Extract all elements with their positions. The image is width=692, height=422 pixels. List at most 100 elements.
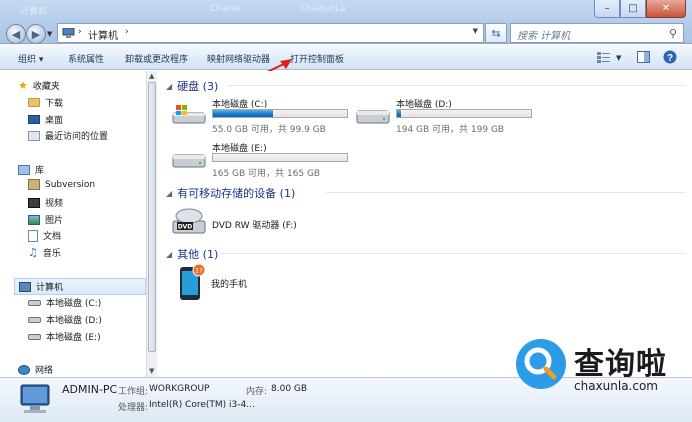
my-phone[interactable]: 17 我的手机 [178,263,328,303]
view-options-icon[interactable] [597,52,611,63]
nav-item-documents[interactable]: 文档 [28,229,61,242]
nav-label: 下载 [45,99,64,109]
organize-button[interactable]: 组织 ▾ [18,52,43,65]
nav-item-videos[interactable]: 视频 [28,196,63,209]
video-icon [28,197,40,208]
breadcrumb-chevron-icon[interactable]: › [78,27,82,37]
group-title: 其他 (1) [177,248,219,261]
maximize-button[interactable]: □ [620,0,646,18]
minimize-button[interactable]: – [594,0,620,18]
drive-c[interactable]: 本地磁盘 (C:) 55.0 GB 可用，共 99.9 GB [172,97,362,135]
group-other[interactable]: ◢ 其他 (1) [166,246,218,262]
drive-usage-bar [212,153,348,162]
nav-item-pictures[interactable]: 图片 [28,213,63,226]
star-icon: ★ [18,78,28,92]
device-name: 我的手机 [211,280,248,290]
network-icon [18,364,30,375]
nav-item-desktop[interactable]: 桌面 [28,113,63,126]
drive-size-text: 194 GB 可用，共 199 GB [396,125,505,135]
hard-drive-icon [356,110,390,124]
collapse-chevron-icon: ◢ [166,249,173,259]
nav-computer[interactable]: 计算机 [14,278,146,295]
collapse-chevron-icon: ◢ [166,81,173,91]
group-divider [228,85,686,86]
nav-label: 视频 [45,199,64,209]
nav-label: 收藏夹 [32,82,60,92]
windows-drive-icon [172,105,206,124]
nav-item-subversion[interactable]: Subversion [28,179,95,190]
nav-item-recent-places[interactable]: 最近访问的位置 [28,129,108,142]
back-button[interactable]: ◀ [6,24,26,44]
nav-label: 计算机 [36,283,64,293]
drive-d[interactable]: 本地磁盘 (D:) 194 GB 可用，共 199 GB [356,97,546,135]
processor-label: 处理器: [118,403,149,413]
navigation-pane: ★ 收藏夹 下载 桌面 最近访问的位置 库 Subversion 视频 图片 文… [6,71,146,377]
search-placeholder: 搜索 计算机 [517,31,571,42]
recent-pages-chevron-icon[interactable]: ▼ [47,30,52,38]
nav-item-drive-e[interactable]: 本地磁盘 (E:) [28,330,101,343]
close-icon: ✕ [661,3,671,14]
music-icon: ♫ [28,246,38,259]
nav-item-drive-d[interactable]: 本地磁盘 (D:) [28,313,102,326]
search-input[interactable]: 搜索 计算机 ⚲ [510,23,684,43]
breadcrumb-computer[interactable]: 计算机 [88,27,118,42]
nav-libraries[interactable]: 库 [18,163,44,176]
preview-pane-icon[interactable] [637,51,650,63]
scroll-up-icon[interactable]: ▲ [149,72,154,80]
command-bar: 组织 ▾ 系统属性 卸载或更改程序 映射网络驱动器 打开控制面板 ▼ ? [0,45,692,70]
recent-places-icon [28,130,40,141]
phone-badge-count: 17 [195,268,203,275]
minimize-icon: – [604,3,610,14]
drive-usage-bar [212,109,348,118]
watermark: 查询啦 chaxunla.com [506,335,692,401]
nav-item-music[interactable]: ♫ 音乐 [28,246,61,259]
view-dropdown-icon[interactable]: ▼ [616,54,621,62]
hard-drive-icon [172,154,206,168]
nav-label: 本地磁盘 (C:) [46,299,102,309]
address-bar[interactable]: › 计算机 › ▼ [57,23,484,43]
nav-item-drive-c[interactable]: 本地磁盘 (C:) [28,296,101,309]
breadcrumb-chevron-icon[interactable]: › [125,27,129,37]
nav-item-downloads[interactable]: 下载 [28,96,63,109]
nav-label: 本地磁盘 (D:) [46,316,102,326]
help-icon[interactable]: ? [663,50,677,64]
nav-label: Subversion [45,179,96,190]
nav-label: 音乐 [42,249,61,259]
workgroup-label: 工作组: [118,387,149,397]
magnifier-logo-icon [524,347,557,380]
refresh-icon: ⇆ [491,26,501,40]
system-properties-button[interactable]: 系统属性 [68,52,104,65]
computer-icon [19,281,31,292]
scroll-down-icon[interactable]: ▼ [149,367,154,375]
picture-icon [28,214,40,225]
dvd-drive-f[interactable]: DVD DVD RW 驱动器 (F:) [172,205,362,239]
group-divider [220,253,686,254]
open-control-panel-button[interactable]: 打开控制面板 [290,52,344,65]
group-divider [326,192,686,193]
drive-name: DVD RW 驱动器 (F:) [212,221,297,231]
nav-scrollbar-thumb[interactable] [148,82,156,352]
group-hard-disks[interactable]: ◢ 硬盘 (3) [166,78,218,94]
nav-label: 本地磁盘 (E:) [46,333,101,343]
nav-favorites[interactable]: ★ 收藏夹 [18,78,60,93]
address-dropdown-icon[interactable]: ▼ [473,27,478,35]
search-icon[interactable]: ⚲ [669,27,677,40]
forward-arrow-icon: ▶ [31,27,41,41]
nav-network[interactable]: 网络 [18,363,53,376]
close-button[interactable]: ✕ [646,0,686,18]
drive-usage-fill [213,110,274,117]
group-title: 有可移动存储的设备 (1) [177,187,296,200]
forward-button[interactable]: ▶ [26,24,46,44]
library-icon [18,164,30,175]
computer-large-icon [20,384,50,413]
uninstall-programs-button[interactable]: 卸载或更改程序 [125,52,188,65]
title-ghost-text: 计算机 [20,7,48,17]
nav-label: 图片 [45,216,64,226]
memory-value: 8.00 GB [271,384,308,394]
drive-e[interactable]: 本地磁盘 (E:) 165 GB 可用，共 165 GB [172,141,362,179]
nav-label: 最近访问的位置 [45,132,109,142]
refresh-button[interactable]: ⇆ [485,23,507,43]
nav-label: 网络 [35,366,54,376]
drive-usage-fill [397,110,402,117]
group-removable-storage[interactable]: ◢ 有可移动存储的设备 (1) [166,185,295,201]
